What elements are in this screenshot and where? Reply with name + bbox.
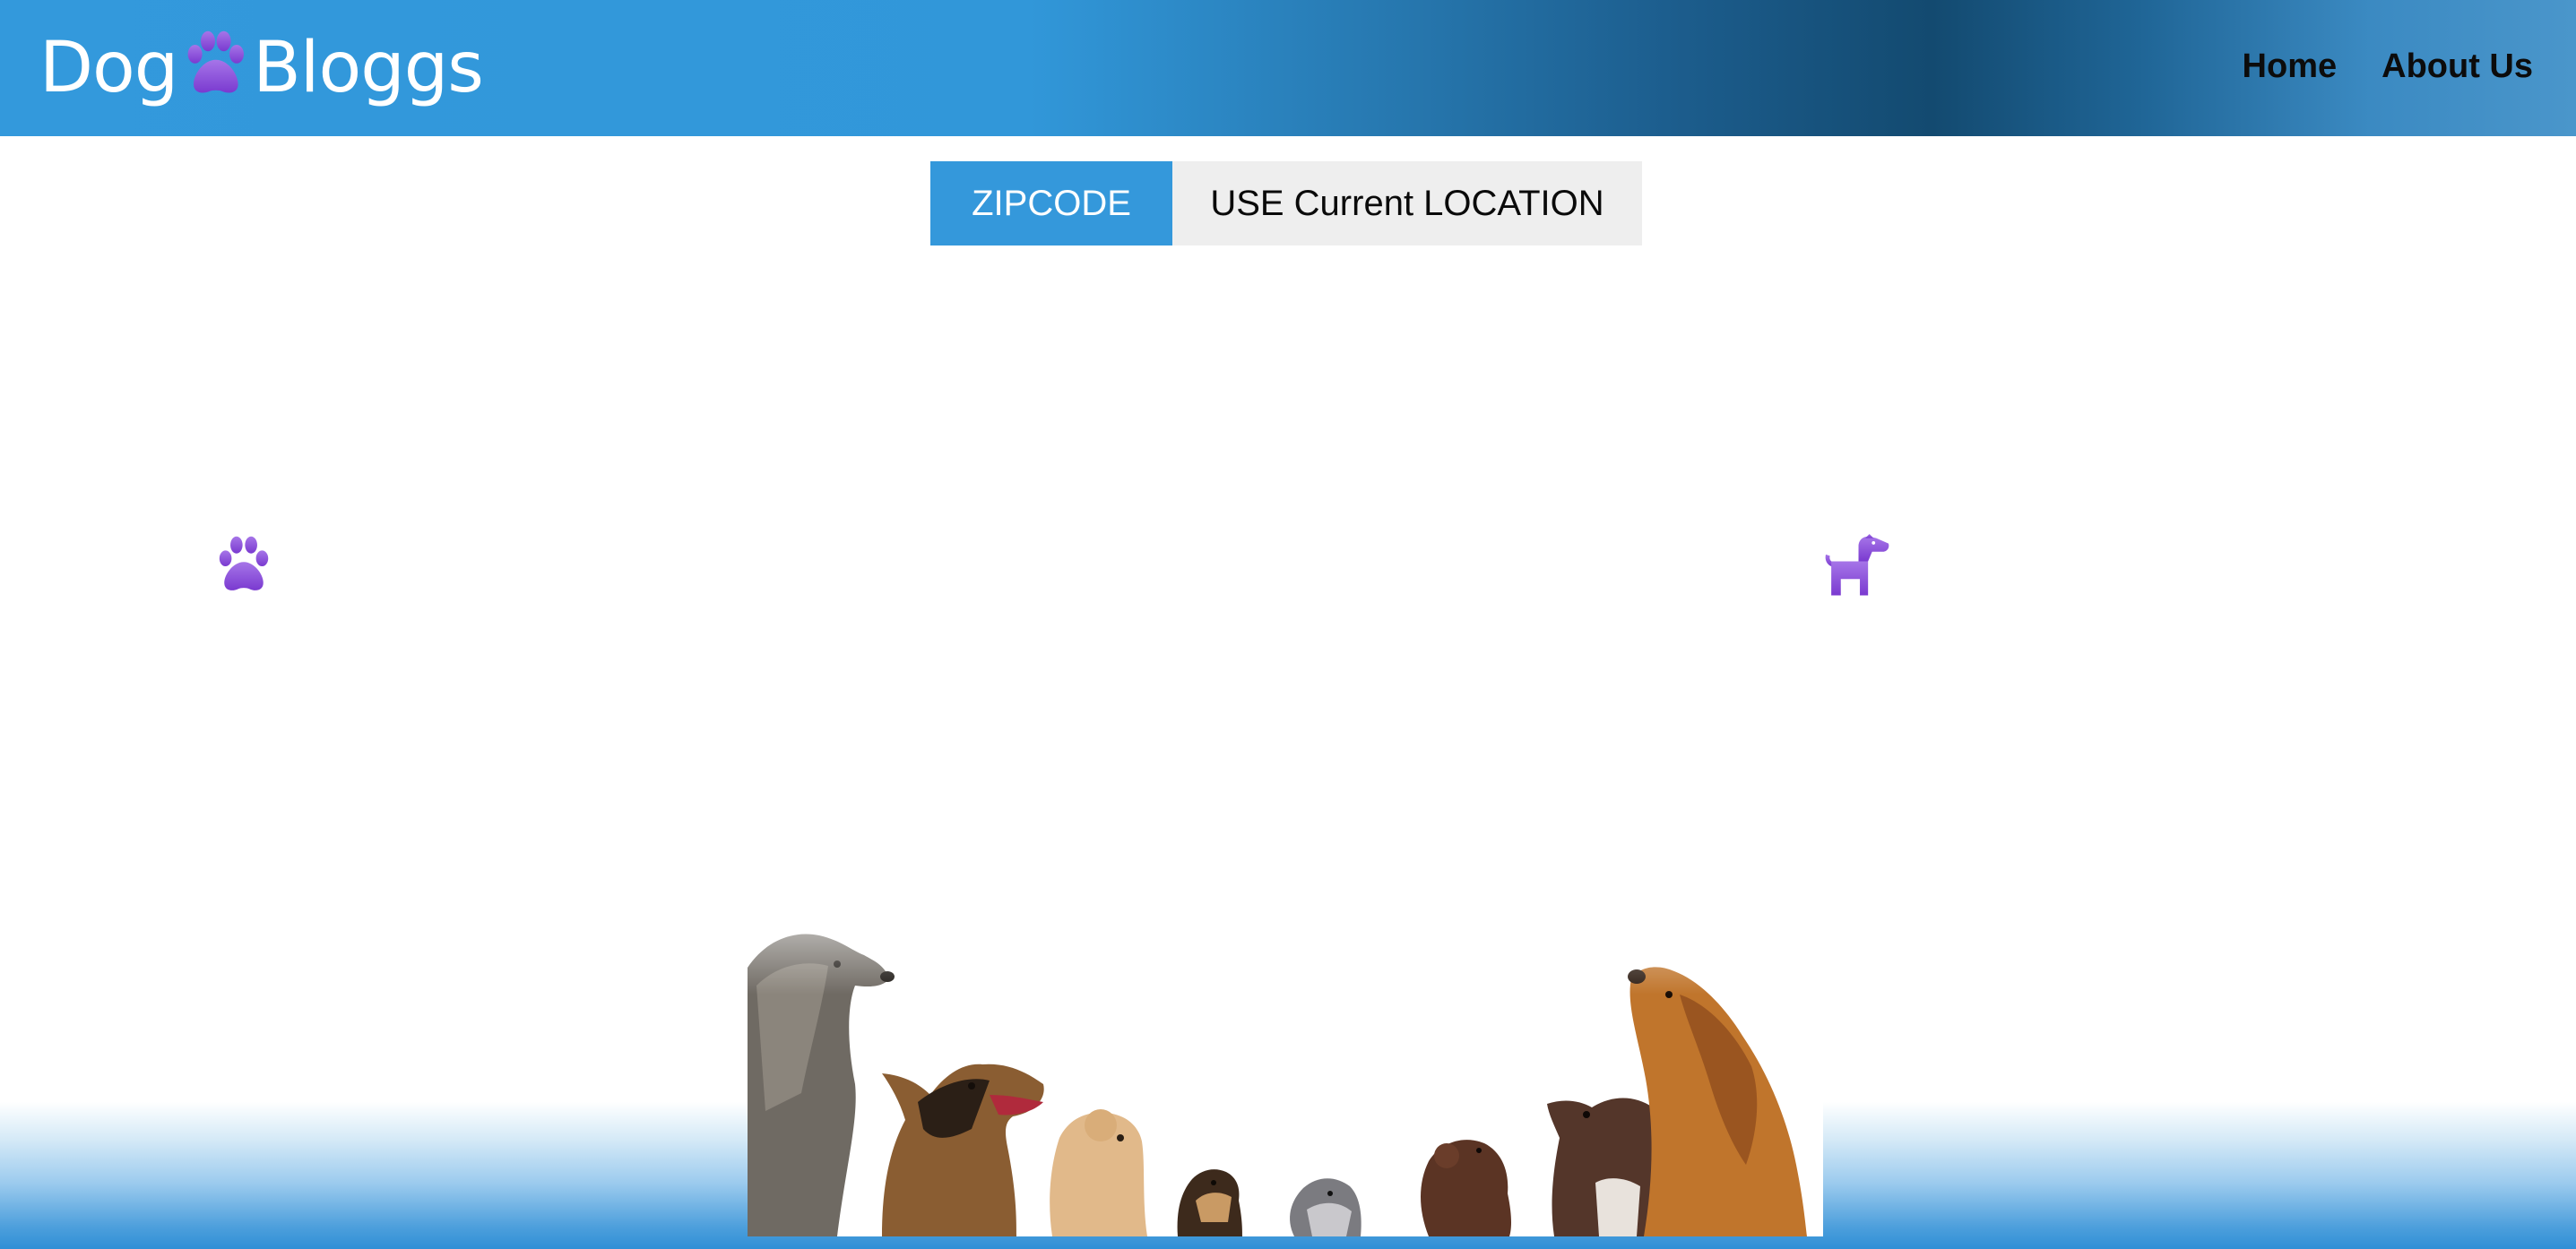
nav-about-us-link[interactable]: About Us: [2382, 47, 2533, 86]
search-mode-tabs: ZIPCODE USE Current LOCATION: [930, 161, 1642, 245]
site-logo[interactable]: Dog Bloggs: [39, 23, 484, 113]
tab-zipcode[interactable]: ZIPCODE: [930, 161, 1172, 245]
paw-icon: [219, 536, 269, 590]
main-nav: Home About Us: [2243, 0, 2533, 133]
logo-text-bloggs: Bloggs: [253, 28, 484, 108]
dogs-banner-image: [748, 860, 1823, 1236]
dog-icon: [1825, 534, 1889, 596]
paw-icon: [187, 30, 245, 93]
logo-text-dog: Dog: [39, 28, 178, 108]
tab-use-current-location[interactable]: USE Current LOCATION: [1172, 161, 1642, 245]
site-header: Dog Bloggs Home About Us: [0, 0, 2576, 136]
nav-home-link[interactable]: Home: [2243, 47, 2338, 86]
row-of-dogs-illustration: [748, 860, 1823, 1236]
